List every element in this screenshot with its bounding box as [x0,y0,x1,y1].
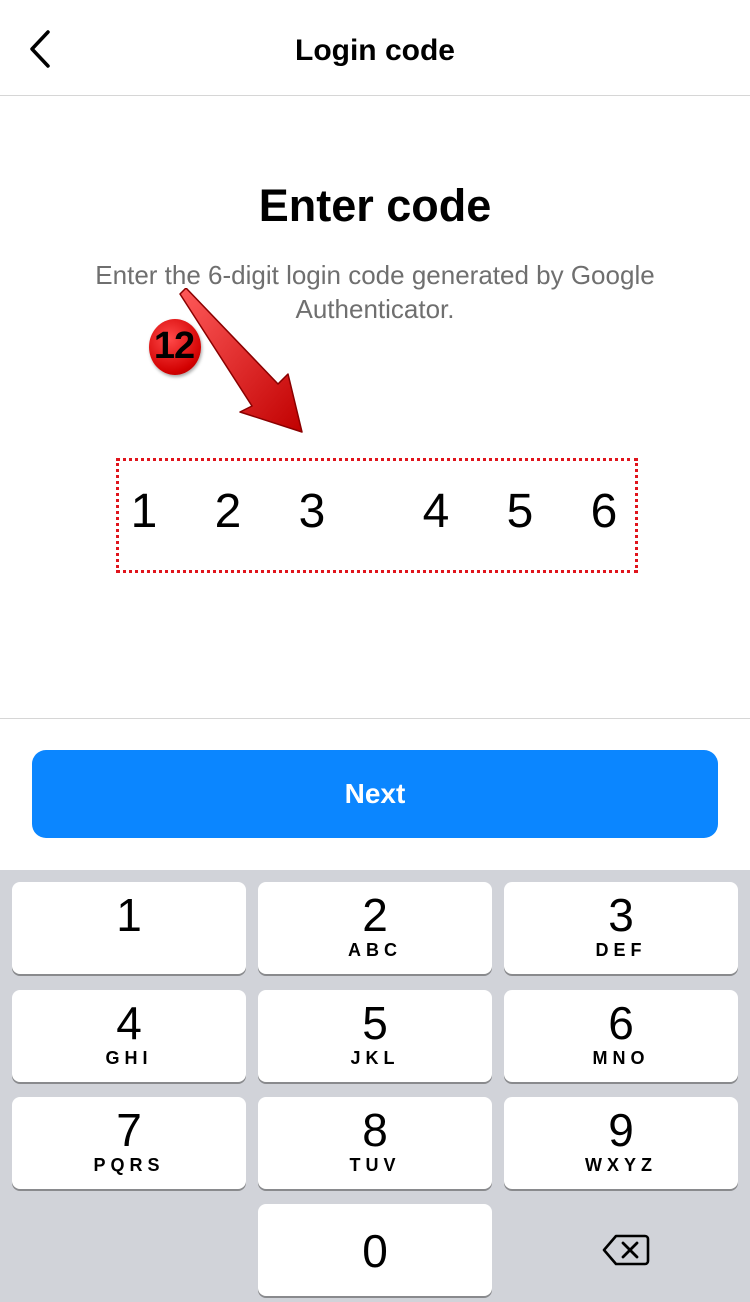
code-digit-6: 6 [590,485,618,538]
key-0[interactable]: 0 [258,1204,492,1296]
key-letters: PQRS [93,1155,165,1175]
enter-code-heading: Enter code [258,180,492,231]
key-number: 9 [608,1104,634,1156]
key-number: 0 [362,1225,388,1277]
key-6[interactable]: 6 MNO [504,990,738,1082]
key-2[interactable]: 2 ABC [258,882,492,974]
nav-header: Login code [0,0,750,96]
code-digit-4: 4 [422,485,450,538]
key-8[interactable]: 8 TUV [258,1097,492,1189]
code-digit-3: 3 [298,485,326,538]
key-letters: MNO [592,1048,650,1068]
key-number: 6 [608,997,634,1049]
key-letters: WXYZ [585,1155,657,1175]
key-number: 3 [608,889,634,941]
code-digit-5: 5 [506,485,534,538]
key-7[interactable]: 7 PQRS [12,1097,246,1189]
key-4[interactable]: 4 GHI [12,990,246,1082]
key-number: 7 [116,1104,142,1156]
page-title: Login code [295,34,455,67]
key-number: 4 [116,997,142,1049]
key-number: 2 [362,889,388,941]
key-9[interactable]: 9 WXYZ [504,1097,738,1189]
code-digit-1: 1 [130,485,158,538]
key-number: 1 [116,889,142,941]
backspace-key[interactable] [504,1204,738,1296]
key-3[interactable]: 3 DEF [504,882,738,974]
key-letters: JKL [350,1048,400,1068]
key-letters: DEF [595,940,647,960]
key-number: 5 [362,997,388,1049]
step-marker-label: 12 [153,325,195,367]
key-letters: ABC [348,940,402,960]
key-5[interactable]: 5 JKL [258,990,492,1082]
key-1[interactable]: 1 [12,882,246,974]
key-number: 8 [362,1104,388,1156]
key-letters: GHI [105,1048,153,1068]
code-digit-2: 2 [214,485,242,538]
backspace-icon [602,1234,650,1266]
divider [0,718,750,719]
code-input-highlight[interactable] [116,458,638,573]
key-letters: TUV [349,1155,401,1175]
next-button[interactable]: Next [32,750,718,838]
